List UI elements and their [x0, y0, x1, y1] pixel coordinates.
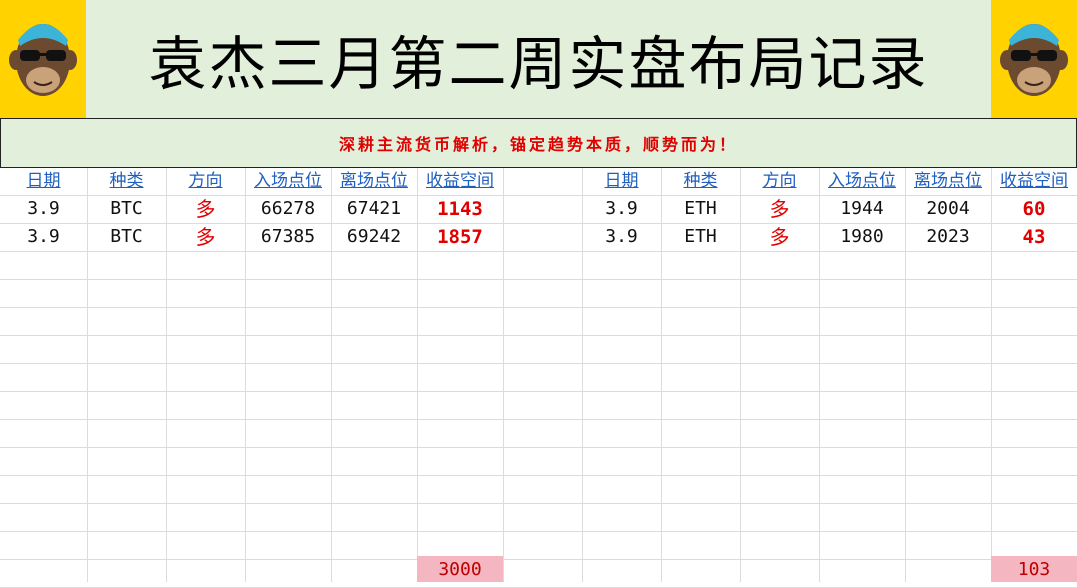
- table-cell-exit: 2004: [926, 198, 970, 219]
- table-cell-type: BTC: [110, 198, 143, 219]
- grid-row-line: [0, 307, 1077, 308]
- column-header: 方向: [188, 171, 223, 191]
- trade-table: 日期 种类 方向 入场点位 离场点位 收益空间 3.9 BTC 多 66278 67421 1143 3…: [0, 168, 1077, 588]
- column-header: 离场点位: [914, 171, 982, 191]
- column-header: 种类: [109, 171, 144, 191]
- table-cell-entry: 1980: [840, 226, 884, 247]
- table-cell-date: 3.9: [605, 226, 638, 247]
- total-profit-cell: 3000: [417, 556, 503, 582]
- column-header: 种类: [683, 171, 718, 191]
- table-cell-exit: 67421: [346, 198, 402, 219]
- grid-row-line: [0, 447, 1077, 448]
- logo-right: [991, 0, 1077, 118]
- grid-row-line: [0, 391, 1077, 392]
- column-header: 离场点位: [340, 171, 408, 191]
- table-cell-direction: 多: [769, 225, 790, 249]
- column-header: 日期: [604, 171, 639, 191]
- table-cell-profit: 43: [1022, 226, 1046, 248]
- grid-row-line: [0, 475, 1077, 476]
- table-cell-direction: 多: [769, 197, 790, 221]
- table-cell-entry: 67385: [260, 226, 316, 247]
- grid-row-line: [0, 531, 1077, 532]
- grid-row-line: [0, 503, 1077, 504]
- column-header: 方向: [762, 171, 797, 191]
- grid-row-line: [0, 419, 1077, 420]
- table-cell-date: 3.9: [27, 226, 60, 247]
- total-profit-cell: 103: [991, 556, 1077, 582]
- table-cell-type: ETH: [684, 226, 717, 247]
- table-cell-direction: 多: [195, 225, 216, 249]
- column-header: 入场点位: [254, 171, 322, 191]
- table-cell-profit: 1143: [437, 198, 483, 220]
- table-cell-date: 3.9: [27, 198, 60, 219]
- page-title: 袁杰三月第二周实盘布局记录: [148, 30, 929, 98]
- monkey-sunglasses-icon: [9, 24, 77, 96]
- table-cell-profit: 1857: [437, 226, 483, 248]
- monkey-sunglasses-icon: [1000, 24, 1068, 96]
- column-header: 日期: [26, 171, 61, 191]
- grid-row-line: [0, 279, 1077, 280]
- grid-row-line: [0, 335, 1077, 336]
- table-cell-exit: 2023: [926, 226, 970, 247]
- table-cell-type: BTC: [110, 226, 143, 247]
- table-cell-entry: 1944: [840, 198, 884, 219]
- grid-column-line: [503, 168, 504, 582]
- grid-row-line: [0, 363, 1077, 364]
- table-cell-direction: 多: [195, 197, 216, 221]
- table-cell-type: ETH: [684, 198, 717, 219]
- column-header: 收益空间: [1000, 171, 1068, 191]
- table-cell-profit: 60: [1022, 198, 1046, 220]
- table-cell-date: 3.9: [605, 198, 638, 219]
- table-cell-exit: 69242: [346, 226, 402, 247]
- column-header: 收益空间: [426, 171, 494, 191]
- subtitle: 深耕主流货币解析，锚定趋势本质，顺势而为！: [0, 118, 1077, 168]
- logo-left: [0, 0, 86, 118]
- column-header: 入场点位: [828, 171, 896, 191]
- grid-row-line: [0, 559, 1077, 560]
- grid-row-line: [0, 251, 1077, 252]
- table-cell-entry: 66278: [260, 198, 316, 219]
